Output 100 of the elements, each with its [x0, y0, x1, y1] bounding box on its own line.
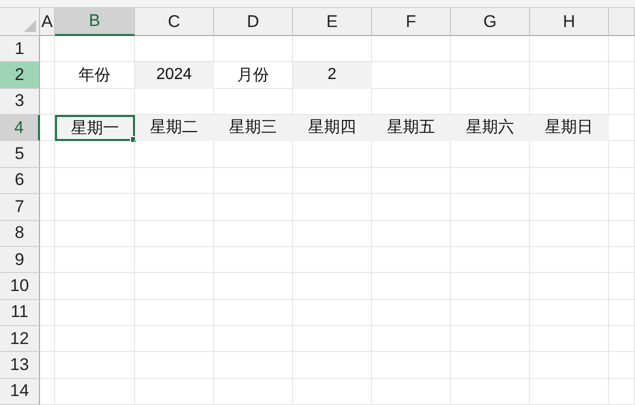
empty-cell[interactable] — [609, 168, 635, 194]
empty-cell[interactable] — [372, 273, 451, 300]
empty-cell[interactable] — [372, 194, 451, 221]
empty-cell[interactable] — [40, 378, 55, 405]
empty-cell[interactable] — [40, 168, 55, 194]
empty-cell[interactable] — [451, 220, 530, 247]
empty-cell[interactable] — [372, 300, 451, 326]
column-header[interactable]: A — [40, 8, 55, 36]
empty-cell[interactable] — [372, 352, 451, 379]
empty-cell[interactable] — [135, 168, 214, 194]
empty-cell[interactable] — [214, 378, 293, 405]
empty-cell[interactable] — [451, 352, 530, 379]
empty-cell[interactable] — [135, 378, 214, 405]
empty-cell[interactable] — [451, 62, 530, 89]
table-cell[interactable]: 星期四 — [293, 115, 372, 142]
table-cell[interactable]: 2 — [293, 62, 372, 89]
column-header[interactable] — [609, 8, 635, 36]
empty-cell[interactable] — [55, 141, 135, 168]
empty-cell[interactable] — [293, 141, 372, 168]
empty-cell[interactable] — [135, 194, 214, 221]
empty-cell[interactable] — [530, 326, 609, 352]
empty-cell[interactable] — [214, 352, 293, 379]
row-header[interactable]: 12 — [0, 326, 40, 352]
empty-cell[interactable] — [293, 220, 372, 247]
empty-cell[interactable] — [530, 168, 609, 194]
empty-cell[interactable] — [214, 273, 293, 300]
empty-cell[interactable] — [214, 168, 293, 194]
empty-cell[interactable] — [40, 326, 55, 352]
row-header[interactable]: 4 — [0, 115, 40, 142]
empty-cell[interactable] — [451, 326, 530, 352]
empty-cell[interactable] — [214, 220, 293, 247]
empty-cell[interactable] — [372, 326, 451, 352]
empty-cell[interactable] — [135, 246, 214, 274]
column-header[interactable]: B — [55, 8, 135, 36]
empty-cell[interactable] — [40, 246, 55, 274]
empty-cell[interactable] — [609, 352, 635, 379]
empty-cell[interactable] — [451, 36, 530, 62]
row-header[interactable]: 13 — [0, 352, 40, 379]
empty-cell[interactable] — [609, 62, 635, 89]
empty-cell[interactable] — [293, 378, 372, 405]
empty-cell[interactable] — [55, 220, 135, 247]
empty-cell[interactable] — [372, 220, 451, 247]
empty-cell[interactable] — [372, 141, 451, 168]
empty-cell[interactable] — [293, 194, 372, 221]
empty-cell[interactable] — [55, 300, 135, 326]
empty-cell[interactable] — [40, 62, 55, 89]
empty-cell[interactable] — [451, 246, 530, 274]
column-header[interactable]: H — [530, 8, 609, 36]
empty-cell[interactable] — [214, 194, 293, 221]
empty-cell[interactable] — [55, 168, 135, 194]
row-header[interactable]: 10 — [0, 273, 40, 300]
empty-cell[interactable] — [135, 300, 214, 326]
table-cell[interactable]: 星期三 — [214, 115, 293, 142]
empty-cell[interactable] — [451, 141, 530, 168]
empty-cell[interactable] — [55, 352, 135, 379]
empty-cell[interactable] — [40, 352, 55, 379]
empty-cell[interactable] — [609, 273, 635, 300]
empty-cell[interactable] — [451, 300, 530, 326]
empty-cell[interactable] — [293, 326, 372, 352]
column-header[interactable]: D — [214, 8, 293, 36]
empty-cell[interactable] — [451, 194, 530, 221]
empty-cell[interactable] — [530, 378, 609, 405]
row-header[interactable]: 9 — [0, 246, 40, 274]
empty-cell[interactable] — [40, 220, 55, 247]
row-header[interactable]: 3 — [0, 88, 40, 116]
table-cell[interactable]: 2024 — [135, 62, 214, 89]
empty-cell[interactable] — [530, 300, 609, 326]
empty-cell[interactable] — [372, 246, 451, 274]
row-header[interactable]: 11 — [0, 300, 40, 326]
empty-cell[interactable] — [40, 141, 55, 168]
empty-cell[interactable] — [135, 273, 214, 300]
empty-cell[interactable] — [609, 115, 635, 142]
empty-cell[interactable] — [530, 194, 609, 221]
column-header[interactable]: G — [451, 8, 530, 36]
empty-cell[interactable] — [609, 141, 635, 168]
empty-cell[interactable] — [293, 300, 372, 326]
empty-cell[interactable] — [530, 246, 609, 274]
empty-cell[interactable] — [293, 168, 372, 194]
empty-cell[interactable] — [40, 194, 55, 221]
empty-cell[interactable] — [609, 378, 635, 405]
row-header[interactable]: 7 — [0, 194, 40, 221]
column-header[interactable]: E — [293, 8, 372, 36]
empty-cell[interactable] — [530, 62, 609, 89]
column-header[interactable]: C — [135, 8, 214, 36]
empty-cell[interactable] — [293, 246, 372, 274]
empty-cell[interactable] — [372, 378, 451, 405]
empty-cell[interactable] — [451, 168, 530, 194]
empty-cell[interactable] — [55, 246, 135, 274]
empty-cell[interactable] — [530, 352, 609, 379]
empty-cell[interactable] — [609, 220, 635, 247]
empty-cell[interactable] — [55, 378, 135, 405]
empty-cell[interactable] — [451, 273, 530, 300]
empty-cell[interactable] — [530, 36, 609, 62]
table-cell[interactable]: 星期日 — [530, 115, 609, 142]
empty-cell[interactable] — [609, 194, 635, 221]
empty-cell[interactable] — [135, 220, 214, 247]
empty-cell[interactable] — [214, 141, 293, 168]
empty-cell[interactable] — [135, 141, 214, 168]
empty-cell[interactable] — [40, 273, 55, 300]
select-all-icon[interactable] — [24, 20, 36, 32]
